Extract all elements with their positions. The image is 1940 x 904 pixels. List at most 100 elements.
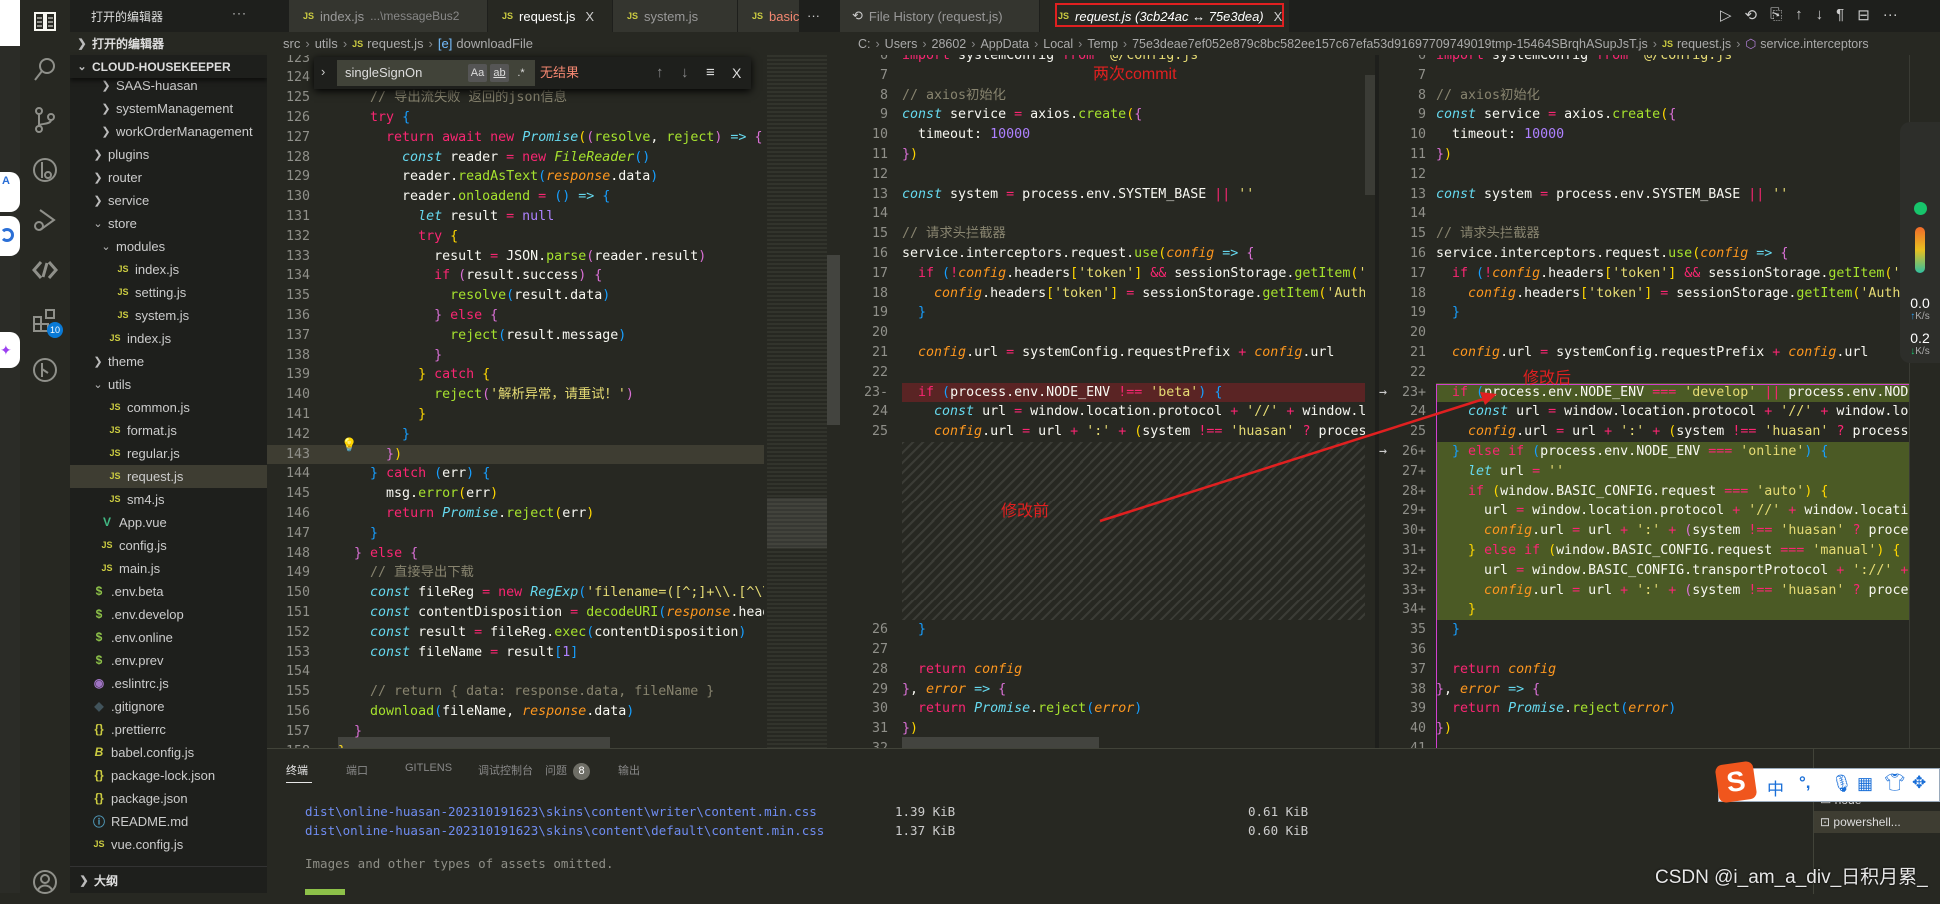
sogou-logo-icon[interactable]: S — [1714, 760, 1758, 804]
breadcrumb-item[interactable]: C: — [858, 37, 871, 51]
panel-tab[interactable]: 输出 — [618, 762, 640, 778]
tab-file-history[interactable]: ⟲ File History (request.js) — [840, 0, 1040, 32]
next-match-button[interactable]: ↓ — [681, 64, 689, 82]
file-item[interactable]: $ .env.beta — [70, 580, 267, 603]
folder-item[interactable]: ❯ plugins — [70, 143, 267, 166]
toggle-replace-icon[interactable]: › — [321, 64, 325, 79]
file-item[interactable]: JS regular.js — [70, 442, 267, 465]
extensions-icon[interactable]: 10 — [20, 298, 70, 342]
mic-icon[interactable]: 🎙︎ — [1831, 774, 1853, 794]
file-item[interactable]: JS index.js — [70, 258, 267, 281]
file-item[interactable]: ◉ .eslintrc.js — [70, 672, 267, 695]
remote-icon[interactable] — [20, 248, 70, 292]
editor-scrollbar[interactable] — [827, 255, 840, 425]
file-item[interactable]: JS format.js — [70, 419, 267, 442]
find-in-selection-button[interactable]: ≡ — [706, 64, 715, 82]
folder-item[interactable]: ⌄ modules — [70, 235, 267, 258]
folder-item[interactable]: ❯ systemManagement — [70, 97, 267, 120]
file-item[interactable]: $ .env.develop — [70, 603, 267, 626]
file-item[interactable]: JS system.js — [70, 304, 267, 327]
next-change-icon[interactable]: ↓ — [1816, 6, 1824, 24]
floating-ai-widget[interactable]: ✦ — [0, 332, 20, 368]
split-icon[interactable]: ⊟ — [1857, 6, 1870, 24]
account-icon[interactable] — [20, 860, 70, 904]
tab-index-js[interactable]: JS index.js ...\messageBus2 — [289, 0, 488, 32]
breadcrumb-item[interactable]: request.js — [367, 36, 423, 51]
breadcrumb-item[interactable]: downloadFile — [456, 36, 533, 51]
breadcrumb-item[interactable]: Local — [1043, 37, 1073, 51]
file-item[interactable]: {} package.json — [70, 787, 267, 810]
match-case-button[interactable]: Aa — [468, 64, 487, 82]
explorer-icon[interactable] — [20, 0, 70, 44]
skin-icon[interactable]: 👕︎ — [1884, 773, 1906, 793]
panel-tab[interactable]: 问题 8 — [545, 762, 590, 780]
source-control-icon[interactable] — [20, 98, 70, 142]
toolbox-icon[interactable]: ✥ — [1912, 773, 1926, 793]
panel-tab[interactable]: 终端 — [286, 762, 308, 778]
breadcrumb-item[interactable]: utils — [315, 36, 338, 51]
more-actions-button[interactable]: ··· — [232, 6, 247, 20]
folder-item[interactable]: ⌄ utils — [70, 373, 267, 396]
breadcrumb-item[interactable]: 75e3deae7ef052e879c8bc582ee157c67efa53d9… — [1132, 37, 1648, 51]
whole-word-button[interactable]: ab — [490, 64, 509, 82]
tab-basic[interactable]: JS basic — [738, 0, 800, 32]
panel-tab[interactable]: GITLENS — [405, 762, 452, 774]
file-item[interactable]: $ .env.online — [70, 626, 267, 649]
breadcrumb-item[interactable]: request.js — [1677, 37, 1731, 51]
file-item[interactable]: JS index.js — [70, 327, 267, 350]
gitlens-icon[interactable] — [20, 148, 70, 192]
file-item[interactable]: ⓘ README.md — [70, 810, 267, 833]
whitespace-icon[interactable]: ¶ — [1836, 6, 1844, 24]
run-debug-icon[interactable] — [20, 198, 70, 242]
editor-horizontal-scrollbar[interactable] — [338, 737, 610, 748]
file-item[interactable]: JS vue.config.js — [70, 833, 267, 856]
file-item[interactable]: JS common.js — [70, 396, 267, 419]
previous-change-icon[interactable]: ↑ — [1795, 6, 1803, 24]
floating-translate-widget[interactable]: A — [0, 172, 20, 212]
lightbulb-icon[interactable]: 💡 — [341, 437, 357, 453]
breadcrumb-item[interactable]: Temp — [1087, 37, 1118, 51]
file-item[interactable]: V App.vue — [70, 511, 267, 534]
keyboard-icon[interactable]: ▦ — [1857, 774, 1873, 794]
file-item[interactable]: JS sm4.js — [70, 488, 267, 511]
tab-request-js[interactable]: JS request.js X — [488, 0, 613, 32]
minimap-slider[interactable] — [767, 498, 827, 548]
file-item[interactable]: {} .prettierrc — [70, 718, 267, 741]
file-item[interactable]: $ .env.prev — [70, 649, 267, 672]
breadcrumb-item[interactable]: 28602 — [932, 37, 967, 51]
breadcrumb-item[interactable]: AppData — [980, 37, 1029, 51]
previous-match-button[interactable]: ↑ — [656, 64, 664, 82]
folder-item[interactable]: ⌄ store — [70, 212, 267, 235]
search-icon[interactable] — [20, 48, 70, 92]
diff-left-scrollbar[interactable] — [1365, 75, 1375, 195]
file-item[interactable]: ◆ .gitignore — [70, 695, 267, 718]
ime-mode-toggle[interactable]: 中 — [1767, 775, 1784, 800]
file-item[interactable]: JS main.js — [70, 557, 267, 580]
open-file-icon[interactable]: ⎘ — [1770, 6, 1782, 24]
diff-modified-pane[interactable]: 6 import systemConfig from '@/config.js' 7… — [1379, 55, 1909, 748]
folder-item[interactable]: ❯ workOrderManagement — [70, 120, 267, 143]
minimap[interactable] — [767, 55, 827, 748]
terminal-item-powershell[interactable]: ⊡ powershell... — [1814, 811, 1940, 833]
revert-icon[interactable]: ⟲ — [1745, 6, 1758, 24]
folder-item[interactable]: ❯ theme — [70, 350, 267, 373]
folder-item[interactable]: ❯ service — [70, 189, 267, 212]
file-item[interactable]: Bbabel.config.js — [70, 741, 267, 764]
folder-item[interactable]: ❯ router — [70, 166, 267, 189]
section-outline[interactable]: ❯ 大纲 — [70, 866, 267, 893]
file-item[interactable]: JS setting.js — [70, 281, 267, 304]
section-open-editors[interactable]: ❯ 打开的编辑器 — [70, 32, 267, 55]
punctuation-toggle[interactable]: °, — [1799, 773, 1811, 793]
close-icon[interactable]: X — [585, 9, 594, 24]
close-find-button[interactable]: X — [732, 64, 741, 82]
section-project-root[interactable]: ⌄ CLOUD-HOUSEKEEPER — [70, 55, 267, 78]
tabs-more-button[interactable]: ··· — [807, 8, 820, 23]
panel-tab[interactable]: 端口 — [346, 762, 368, 778]
run-icon[interactable]: ▷ — [1720, 6, 1732, 24]
diff-horizontal-scrollbar[interactable] — [902, 737, 1099, 748]
file-item[interactable]: JS request.js — [70, 464, 267, 488]
floating-assistant-widget[interactable] — [0, 216, 20, 256]
breadcrumb-item[interactable]: src — [283, 36, 300, 51]
file-item[interactable]: {} package-lock.json — [70, 764, 267, 787]
breadcrumb-item[interactable]: Users — [885, 37, 918, 51]
